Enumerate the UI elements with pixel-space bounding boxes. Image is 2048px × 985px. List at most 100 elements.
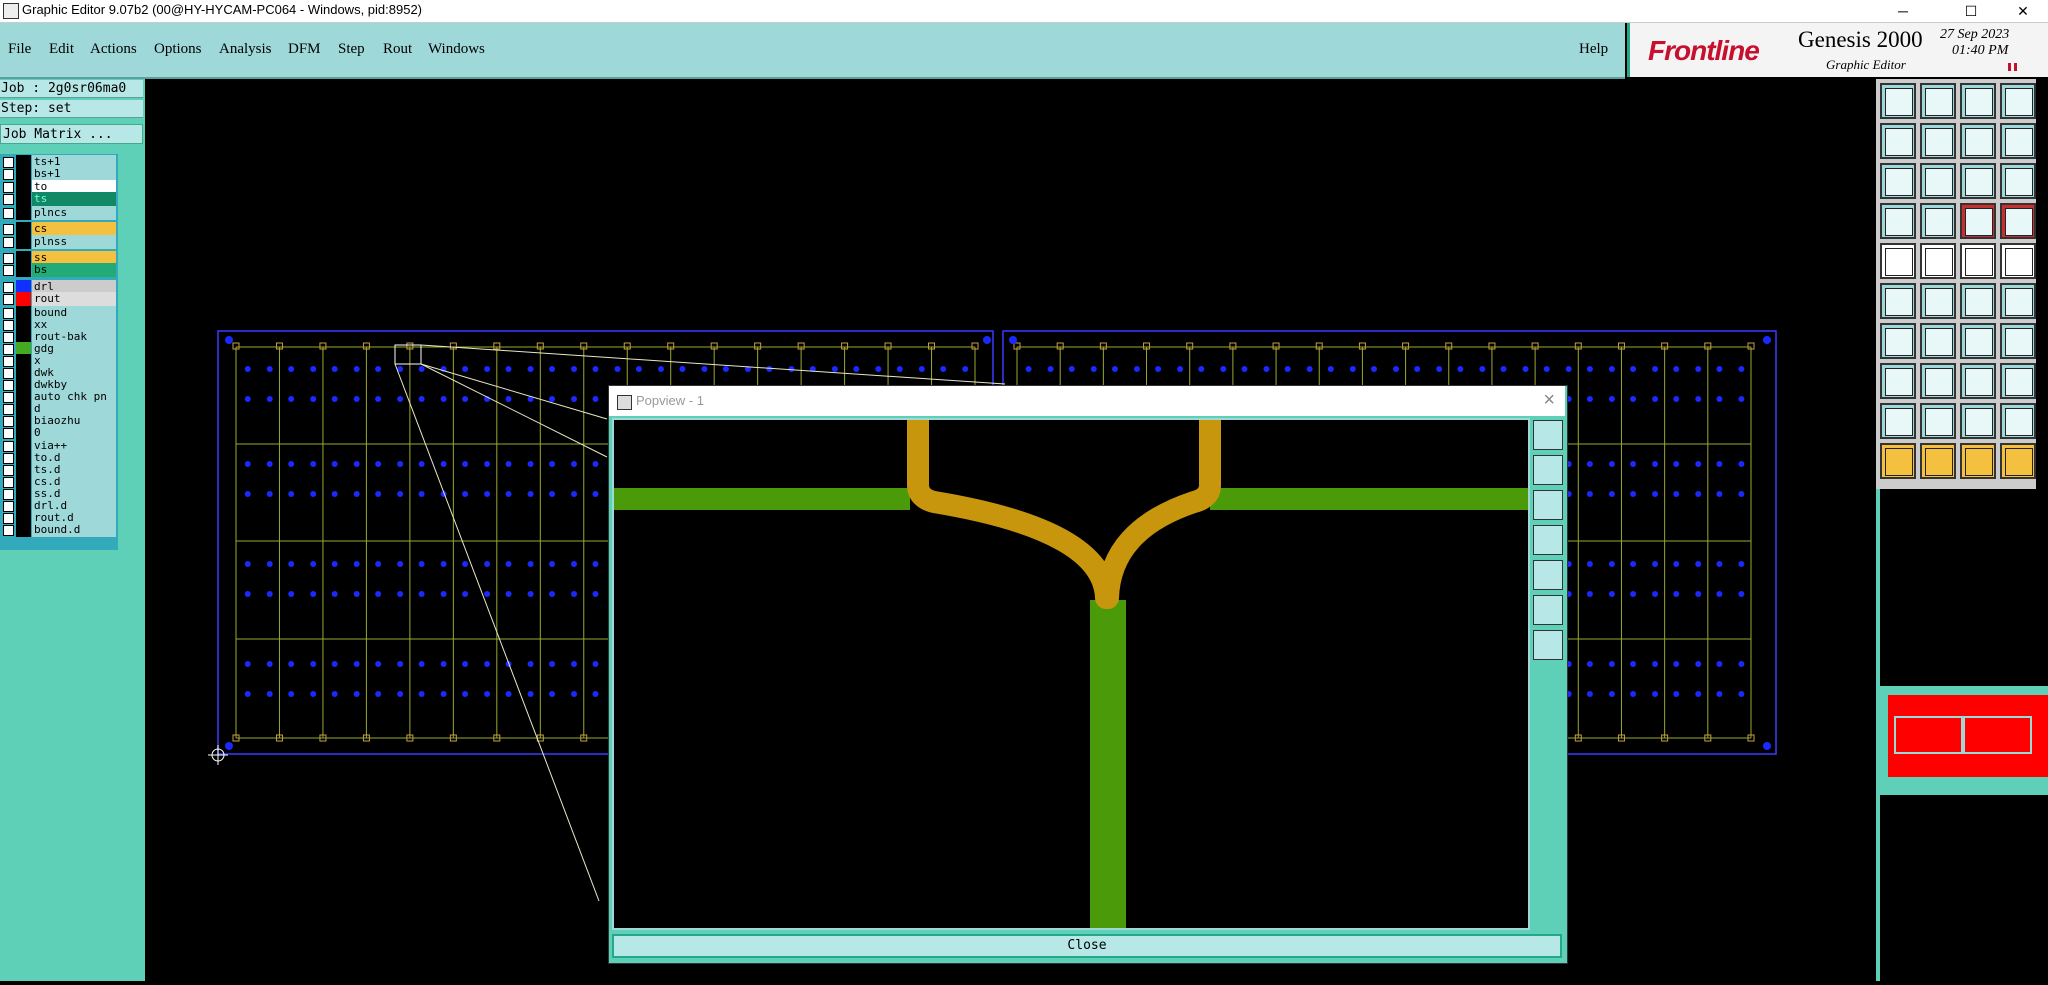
line-icon[interactable] [1920,243,1956,279]
menu-dfm[interactable]: DFM [288,41,321,58]
select-icon[interactable] [1880,443,1916,479]
layer-name[interactable]: bound.d [32,523,116,537]
measure-icon[interactable] [1960,243,1996,279]
layer-red-icon[interactable] [1960,203,1996,239]
draw-line2-icon[interactable] [1920,323,1956,359]
zoom-home-icon[interactable] [1533,420,1563,450]
connect-icon[interactable] [1880,283,1916,319]
close-window-button[interactable]: ✕ [2000,0,2046,22]
menu-help[interactable]: Help [1579,41,1608,58]
minimize-button[interactable]: ─ [1880,0,1926,22]
pan-left-icon[interactable] [1533,525,1563,555]
polygon-icon[interactable] [1880,403,1916,439]
layer-name[interactable]: cs [32,222,116,236]
layer-name[interactable]: rout [32,292,116,306]
snap-icon[interactable] [2000,123,2036,159]
pan-right-icon[interactable] [1533,560,1563,590]
popview-close-icon[interactable]: × [1543,389,1555,412]
zoom-fit-icon[interactable] [1880,163,1916,199]
layer-row[interactable]: bound.d [1,523,117,537]
scale-1-2-icon[interactable] [1960,163,1996,199]
menu-rout[interactable]: Rout [383,41,412,58]
copy-icon[interactable] [2000,283,2036,319]
menu-options[interactable]: Options [154,41,202,58]
draw-line-icon[interactable] [1880,323,1916,359]
layer-row[interactable]: plnss [1,235,117,249]
overview-map[interactable] [1888,695,2048,777]
layer-color-swatch[interactable] [16,523,31,537]
layer-color-swatch[interactable] [16,222,31,236]
select3-icon[interactable] [1960,443,1996,479]
layer-row[interactable]: cs [1,222,117,236]
layer-color-swatch[interactable] [16,206,31,220]
polygon3-icon[interactable] [1960,403,1996,439]
layer-name[interactable]: bs [32,263,116,277]
arc-icon[interactable] [1960,323,1996,359]
menu-edit[interactable]: Edit [49,41,74,58]
layer-checkbox[interactable] [3,294,14,305]
layer-color-swatch[interactable] [16,235,31,249]
pad-icon[interactable] [1880,243,1916,279]
popview-close-button[interactable]: Close [612,934,1562,958]
layer-name[interactable]: plnss [32,235,116,249]
layer-name[interactable]: plncs [32,206,116,220]
zoom-window-icon[interactable] [1960,123,1996,159]
layer-checkbox[interactable] [3,208,14,219]
popview-canvas[interactable] [612,409,1530,930]
home-icon[interactable] [1960,83,1996,119]
center-icon[interactable] [1533,630,1563,660]
layer-row[interactable]: plncs [1,206,117,220]
layer-name[interactable]: bs+1 [32,167,116,181]
menu-file[interactable]: File [8,41,31,58]
layer-checkbox[interactable] [3,428,14,439]
save-icon[interactable] [1920,83,1956,119]
layer-row[interactable]: bs+1 [1,167,117,181]
move-icon[interactable] [1960,283,1996,319]
layer-checkbox[interactable] [3,169,14,180]
layer-row[interactable]: rout [1,292,117,306]
menu-windows[interactable]: Windows [428,41,485,58]
polygon2-icon[interactable] [1920,403,1956,439]
polygon4-icon[interactable] [2000,403,2036,439]
layer-color-swatch[interactable] [16,263,31,277]
layer-checkbox[interactable] [3,237,14,248]
menu-step[interactable]: Step [338,41,365,58]
layer-color-swatch[interactable] [16,426,31,440]
menu-analysis[interactable]: Analysis [219,41,272,58]
group-icon[interactable] [2000,363,2036,399]
zoom-in-icon[interactable] [1533,455,1563,485]
layer-checkbox[interactable] [3,525,14,536]
layer-color-swatch[interactable] [16,192,31,206]
job-matrix-button[interactable]: Job Matrix ... [0,124,143,144]
grid-display-icon[interactable] [1920,203,1956,239]
cross-icon[interactable] [1920,283,1956,319]
layer-checkbox[interactable] [3,194,14,205]
parallel-icon[interactable] [2000,323,2036,359]
select2-icon[interactable] [1920,443,1956,479]
grid-icon[interactable] [2000,83,2036,119]
circle-icon[interactable] [2000,243,2036,279]
layer-red2-icon[interactable] [2000,203,2036,239]
layer-color-swatch[interactable] [16,292,31,306]
layer-row[interactable]: bs [1,263,117,277]
layer-row[interactable]: ts [1,192,117,206]
resize-icon[interactable] [1960,363,1996,399]
open-icon[interactable] [1880,83,1916,119]
select4-icon[interactable] [2000,443,2036,479]
layer-color-swatch[interactable] [16,167,31,181]
layer-name[interactable]: ts [32,192,116,206]
maximize-button[interactable]: ☐ [1948,0,1994,22]
zoom-next-icon[interactable] [1920,123,1956,159]
layer-checkbox[interactable] [3,224,14,235]
layer-checkbox[interactable] [3,265,14,276]
fit-icon[interactable] [1533,595,1563,625]
settings-icon[interactable] [1880,203,1916,239]
minus-icon[interactable] [1920,363,1956,399]
zoom-out-icon[interactable] [1533,490,1563,520]
zoom-center-icon[interactable] [1920,163,1956,199]
menu-actions[interactable]: Actions [90,41,137,58]
pad-red-icon[interactable] [1880,363,1916,399]
zoom-prev-icon[interactable] [1880,123,1916,159]
query-icon[interactable] [2000,163,2036,199]
layer-name[interactable]: 0 [32,426,116,440]
